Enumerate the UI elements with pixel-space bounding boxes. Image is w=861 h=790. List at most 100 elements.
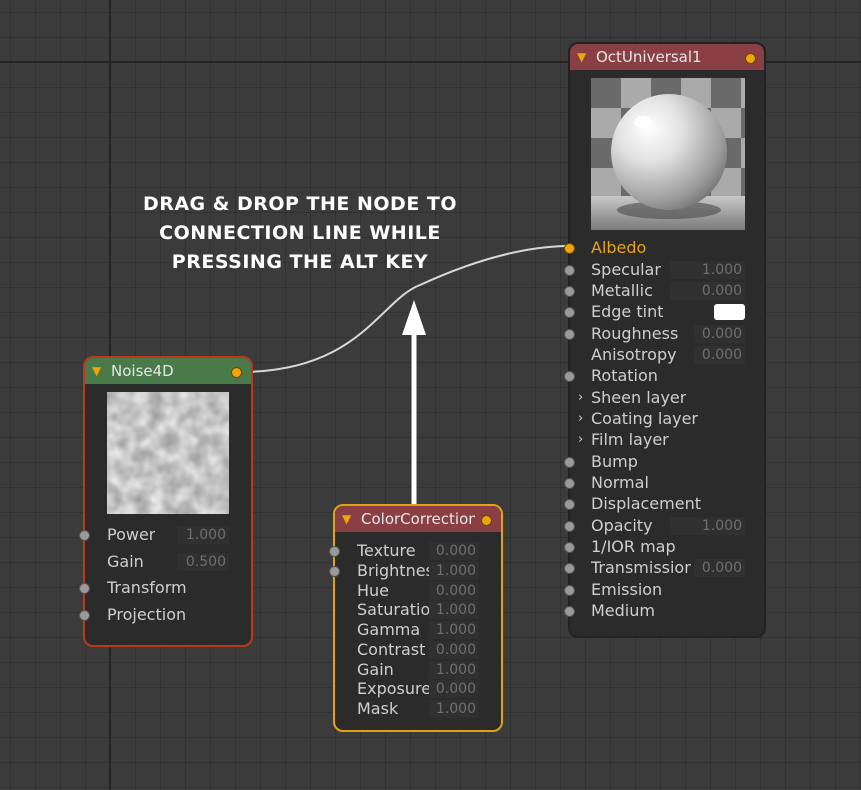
param-value-field[interactable]: 0.000 [429, 582, 479, 600]
param-value-field[interactable]: 1.000 [429, 601, 479, 619]
input-port[interactable] [564, 542, 575, 553]
input-port[interactable] [329, 546, 340, 557]
chevron-right-icon[interactable]: › [578, 430, 583, 450]
param-value-field[interactable]: 1.000 [670, 261, 745, 279]
edge-tint-color-swatch[interactable] [714, 304, 745, 320]
param-group-coating[interactable]: › Coating layer [570, 409, 764, 429]
param-value-field[interactable]: 0.000 [429, 641, 479, 659]
node-title: OctUniversal1 [596, 48, 702, 66]
param-row[interactable]: Projection [79, 605, 251, 625]
param-value-field[interactable]: 0.000 [694, 559, 745, 577]
param-label: Gamma [357, 620, 421, 639]
param-row[interactable]: Roughness 0.000 [564, 324, 764, 344]
param-label: Albedo [591, 238, 647, 257]
input-port[interactable] [79, 530, 90, 541]
param-row[interactable]: Normal [564, 473, 764, 493]
color-correction-node[interactable]: ▼ ColorCorrection Texture 0.000 Brightne… [329, 504, 503, 732]
input-port[interactable] [79, 583, 90, 594]
chevron-right-icon[interactable]: › [578, 388, 583, 408]
param-row[interactable]: Mask 1.000 [335, 699, 501, 719]
param-value-field[interactable]: 0.000 [429, 680, 479, 698]
input-port[interactable] [79, 610, 90, 621]
param-row[interactable]: Displacement [564, 494, 764, 514]
input-port[interactable] [564, 457, 575, 468]
param-row[interactable]: Texture 0.000 [329, 541, 501, 561]
param-value-field[interactable]: 0.000 [429, 542, 479, 560]
instruction-line-1: DRAG & DROP THE NODE TO [142, 193, 458, 215]
param-value-field[interactable]: 0.000 [694, 346, 745, 364]
param-row[interactable]: 1/IOR map [564, 537, 764, 557]
input-port[interactable] [564, 585, 575, 596]
param-value-field[interactable]: 1.000 [429, 621, 479, 639]
chevron-right-icon[interactable]: › [578, 409, 583, 429]
instruction-line-2: CONNECTION LINE WHILE [159, 222, 441, 244]
param-value-field[interactable]: 1.000 [429, 700, 479, 718]
output-port[interactable] [231, 367, 242, 378]
param-label: Power [107, 525, 156, 544]
input-port[interactable] [564, 371, 575, 382]
param-row[interactable]: Specular 1.000 [564, 260, 764, 280]
input-port[interactable] [564, 286, 575, 297]
param-row[interactable]: Gamma 1.000 [335, 620, 501, 640]
input-port[interactable] [564, 307, 575, 318]
param-row-albedo[interactable]: Albedo [564, 238, 764, 258]
output-port[interactable] [745, 53, 756, 64]
input-port[interactable] [564, 521, 575, 532]
param-value-field[interactable]: 0.000 [694, 325, 745, 343]
param-row[interactable]: Saturation 1.000 [335, 600, 501, 620]
param-value-field[interactable]: 0.000 [670, 282, 745, 300]
param-row[interactable]: Opacity 1.000 [564, 516, 764, 536]
param-row[interactable]: Power 1.000 [79, 525, 251, 545]
node-title: ColorCorrection [361, 510, 475, 528]
param-value-field[interactable]: 1.000 [429, 562, 479, 580]
input-port[interactable] [564, 563, 575, 574]
input-port[interactable] [564, 243, 575, 254]
instruction-text: DRAG & DROP THE NODE TO CONNECTION LINE … [120, 190, 480, 277]
param-label: Specular [591, 260, 661, 279]
up-arrow-head [402, 300, 426, 335]
param-label: Bump [591, 452, 638, 471]
param-label: Medium [591, 601, 655, 620]
collapse-triangle-icon[interactable]: ▼ [342, 506, 351, 532]
color-correction-node-header[interactable]: ▼ ColorCorrection [335, 506, 501, 532]
param-label: Saturation [357, 600, 429, 619]
param-row[interactable]: Transmission 0.000 [564, 558, 764, 578]
param-row[interactable]: Transform [79, 578, 251, 598]
input-port[interactable] [564, 478, 575, 489]
param-value-field[interactable]: 1.000 [670, 517, 745, 535]
param-label: Projection [107, 605, 187, 624]
param-row[interactable]: Rotation [564, 366, 764, 386]
param-row[interactable]: Brightness 1.000 [329, 561, 501, 581]
instruction-line-3: PRESSING THE ALT KEY [171, 251, 429, 273]
param-row[interactable]: Bump [564, 452, 764, 472]
param-row[interactable]: Edge tint [564, 302, 764, 322]
param-label: Opacity [591, 516, 653, 535]
param-group-sheen[interactable]: › Sheen layer [570, 388, 764, 408]
param-row[interactable]: Medium [564, 601, 764, 621]
input-port[interactable] [564, 499, 575, 510]
oct-universal-node-header[interactable]: ▼ OctUniversal1 [570, 44, 764, 70]
collapse-triangle-icon[interactable]: ▼ [577, 44, 586, 70]
input-port[interactable] [564, 265, 575, 276]
param-value-field[interactable]: 1.000 [429, 661, 479, 679]
input-port[interactable] [329, 566, 340, 577]
param-row[interactable]: Hue 0.000 [335, 581, 501, 601]
param-row[interactable]: Exposure 0.000 [335, 679, 501, 699]
collapse-triangle-icon[interactable]: ▼ [92, 358, 101, 384]
param-value-field[interactable]: 0.500 [177, 553, 229, 571]
output-port[interactable] [481, 515, 492, 526]
noise4d-node-header[interactable]: ▼ Noise4D [85, 358, 251, 384]
noise4d-node[interactable]: ▼ Noise4D Power 1.000 Gain 0.500 Transfo… [79, 356, 253, 647]
param-group-film[interactable]: › Film layer [570, 430, 764, 450]
param-row[interactable]: Gain 1.000 [335, 660, 501, 680]
input-port[interactable] [564, 329, 575, 340]
param-row[interactable]: Gain 0.500 [85, 552, 251, 572]
oct-universal-node[interactable]: ▼ OctUniversal1 Albedo Specular 1.000 Me… [564, 42, 766, 638]
param-row[interactable]: Contrast 0.000 [335, 640, 501, 660]
param-label: Contrast [357, 640, 426, 659]
param-value-field[interactable]: 1.000 [177, 526, 229, 544]
param-row[interactable]: Anisotropy 0.000 [570, 345, 764, 365]
param-row[interactable]: Metallic 0.000 [564, 281, 764, 301]
param-row[interactable]: Emission [564, 580, 764, 600]
input-port[interactable] [564, 606, 575, 617]
